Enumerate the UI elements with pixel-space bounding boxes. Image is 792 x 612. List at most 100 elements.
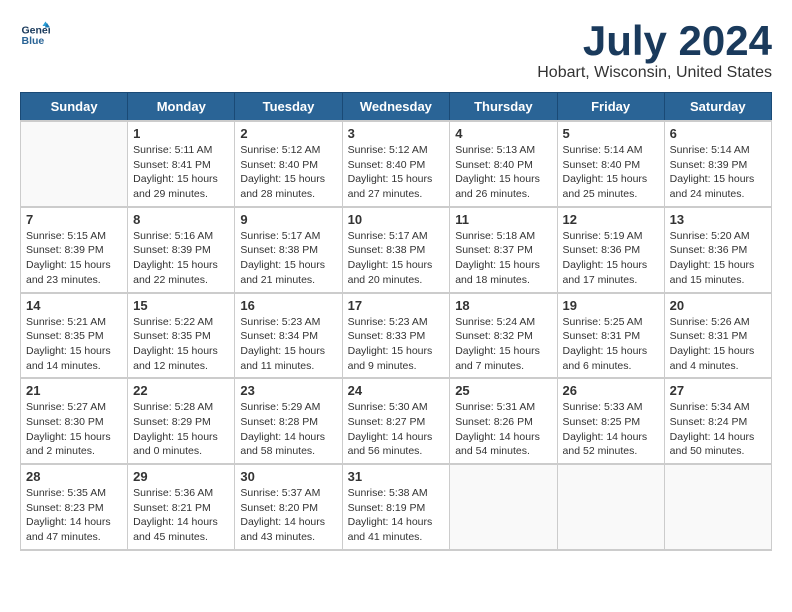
calendar-cell: 8 Sunrise: 5:16 AM Sunset: 8:39 PM Daylig… xyxy=(128,207,235,293)
day-number: 23 xyxy=(240,383,336,398)
day-number: 8 xyxy=(133,212,229,227)
calendar-cell: 22 Sunrise: 5:28 AM Sunset: 8:29 PM Dayli… xyxy=(128,378,235,464)
calendar-title: July 2024 xyxy=(537,20,772,62)
day-info: Sunrise: 5:34 AM Sunset: 8:24 PM Dayligh… xyxy=(670,400,766,459)
calendar-week-5: 28Sunrise: 5:35 AM Sunset: 8:23 PM Dayli… xyxy=(21,464,772,550)
calendar-cell: 10Sunrise: 5:17 AM Sunset: 8:38 PM Dayli… xyxy=(342,207,450,293)
day-number: 21 xyxy=(26,383,122,398)
calendar-cell: 20Sunrise: 5:26 AM Sunset: 8:31 PM Dayli… xyxy=(664,293,771,379)
calendar-cell: 28Sunrise: 5:35 AM Sunset: 8:23 PM Dayli… xyxy=(21,464,128,550)
calendar-cell xyxy=(450,464,557,550)
day-number: 4 xyxy=(455,126,551,141)
day-info: Sunrise: 5:19 AM Sunset: 8:36 PM Dayligh… xyxy=(563,229,659,288)
calendar-cell: 4 Sunrise: 5:13 AM Sunset: 8:40 PM Daylig… xyxy=(450,121,557,207)
day-number: 12 xyxy=(563,212,659,227)
day-number: 15 xyxy=(133,298,229,313)
title-area: July 2024 Hobart, Wisconsin, United Stat… xyxy=(537,20,772,82)
day-info: Sunrise: 5:15 AM Sunset: 8:39 PM Dayligh… xyxy=(26,229,122,288)
day-number: 13 xyxy=(670,212,766,227)
calendar-cell: 11Sunrise: 5:18 AM Sunset: 8:37 PM Dayli… xyxy=(450,207,557,293)
day-info: Sunrise: 5:16 AM Sunset: 8:39 PM Dayligh… xyxy=(133,229,229,288)
calendar-cell: 29 Sunrise: 5:36 AM Sunset: 8:21 PM Dayli… xyxy=(128,464,235,550)
day-number: 9 xyxy=(240,212,336,227)
day-number: 18 xyxy=(455,298,551,313)
day-info: Sunrise: 5:33 AM Sunset: 8:25 PM Dayligh… xyxy=(563,400,659,459)
day-number: 3 xyxy=(348,126,445,141)
calendar-cell: 15 Sunrise: 5:22 AM Sunset: 8:35 PM Dayli… xyxy=(128,293,235,379)
day-info: Sunrise: 5:11 AM Sunset: 8:41 PM Dayligh… xyxy=(133,143,229,202)
day-info: Sunrise: 5:22 AM Sunset: 8:35 PM Dayligh… xyxy=(133,315,229,374)
day-info: Sunrise: 5:23 AM Sunset: 8:33 PM Dayligh… xyxy=(348,315,445,374)
day-info: Sunrise: 5:20 AM Sunset: 8:36 PM Dayligh… xyxy=(670,229,766,288)
col-thursday: Thursday xyxy=(450,93,557,122)
header-row: Sunday Monday Tuesday Wednesday Thursday… xyxy=(21,93,772,122)
calendar-cell: 25 Sunrise: 5:31 AM Sunset: 8:26 PM Dayli… xyxy=(450,378,557,464)
calendar-cell: 12 Sunrise: 5:19 AM Sunset: 8:36 PM Dayli… xyxy=(557,207,664,293)
calendar-cell: 23 Sunrise: 5:29 AM Sunset: 8:28 PM Dayli… xyxy=(235,378,342,464)
svg-text:Blue: Blue xyxy=(22,35,45,47)
calendar-cell: 16 Sunrise: 5:23 AM Sunset: 8:34 PM Dayli… xyxy=(235,293,342,379)
day-info: Sunrise: 5:14 AM Sunset: 8:39 PM Dayligh… xyxy=(670,143,766,202)
calendar-week-4: 21 Sunrise: 5:27 AM Sunset: 8:30 PM Dayli… xyxy=(21,378,772,464)
calendar-week-2: 7 Sunrise: 5:15 AM Sunset: 8:39 PM Daylig… xyxy=(21,207,772,293)
calendar-cell: 5Sunrise: 5:14 AM Sunset: 8:40 PM Daylig… xyxy=(557,121,664,207)
calendar-cell: 9 Sunrise: 5:17 AM Sunset: 8:38 PM Daylig… xyxy=(235,207,342,293)
day-info: Sunrise: 5:25 AM Sunset: 8:31 PM Dayligh… xyxy=(563,315,659,374)
calendar-cell: 13 Sunrise: 5:20 AM Sunset: 8:36 PM Dayli… xyxy=(664,207,771,293)
logo: General Blue xyxy=(20,20,50,50)
day-info: Sunrise: 5:28 AM Sunset: 8:29 PM Dayligh… xyxy=(133,400,229,459)
day-number: 14 xyxy=(26,298,122,313)
col-friday: Friday xyxy=(557,93,664,122)
calendar-cell: 3Sunrise: 5:12 AM Sunset: 8:40 PM Daylig… xyxy=(342,121,450,207)
day-number: 1 xyxy=(133,126,229,141)
day-info: Sunrise: 5:37 AM Sunset: 8:20 PM Dayligh… xyxy=(240,486,336,545)
day-info: Sunrise: 5:38 AM Sunset: 8:19 PM Dayligh… xyxy=(348,486,445,545)
day-info: Sunrise: 5:21 AM Sunset: 8:35 PM Dayligh… xyxy=(26,315,122,374)
day-number: 26 xyxy=(563,383,659,398)
day-info: Sunrise: 5:17 AM Sunset: 8:38 PM Dayligh… xyxy=(348,229,445,288)
day-info: Sunrise: 5:17 AM Sunset: 8:38 PM Dayligh… xyxy=(240,229,336,288)
col-sunday: Sunday xyxy=(21,93,128,122)
calendar-cell: 27 Sunrise: 5:34 AM Sunset: 8:24 PM Dayli… xyxy=(664,378,771,464)
calendar-cell: 24Sunrise: 5:30 AM Sunset: 8:27 PM Dayli… xyxy=(342,378,450,464)
calendar-cell xyxy=(21,121,128,207)
day-number: 7 xyxy=(26,212,122,227)
calendar-cell: 14 Sunrise: 5:21 AM Sunset: 8:35 PM Dayli… xyxy=(21,293,128,379)
col-saturday: Saturday xyxy=(664,93,771,122)
day-info: Sunrise: 5:27 AM Sunset: 8:30 PM Dayligh… xyxy=(26,400,122,459)
calendar-cell: 31 Sunrise: 5:38 AM Sunset: 8:19 PM Dayli… xyxy=(342,464,450,550)
day-number: 2 xyxy=(240,126,336,141)
day-number: 16 xyxy=(240,298,336,313)
day-info: Sunrise: 5:13 AM Sunset: 8:40 PM Dayligh… xyxy=(455,143,551,202)
calendar-subtitle: Hobart, Wisconsin, United States xyxy=(537,64,772,82)
calendar-cell: 18Sunrise: 5:24 AM Sunset: 8:32 PM Dayli… xyxy=(450,293,557,379)
day-number: 17 xyxy=(348,298,445,313)
calendar-cell: 30Sunrise: 5:37 AM Sunset: 8:20 PM Dayli… xyxy=(235,464,342,550)
day-number: 22 xyxy=(133,383,229,398)
day-number: 29 xyxy=(133,469,229,484)
day-number: 25 xyxy=(455,383,551,398)
calendar-table: Sunday Monday Tuesday Wednesday Thursday… xyxy=(20,92,772,551)
logo-icon: General Blue xyxy=(20,20,50,50)
day-number: 11 xyxy=(455,212,551,227)
calendar-cell xyxy=(664,464,771,550)
calendar-cell: 26 Sunrise: 5:33 AM Sunset: 8:25 PM Dayli… xyxy=(557,378,664,464)
day-info: Sunrise: 5:31 AM Sunset: 8:26 PM Dayligh… xyxy=(455,400,551,459)
day-info: Sunrise: 5:36 AM Sunset: 8:21 PM Dayligh… xyxy=(133,486,229,545)
day-number: 31 xyxy=(348,469,445,484)
day-info: Sunrise: 5:23 AM Sunset: 8:34 PM Dayligh… xyxy=(240,315,336,374)
day-number: 24 xyxy=(348,383,445,398)
day-info: Sunrise: 5:29 AM Sunset: 8:28 PM Dayligh… xyxy=(240,400,336,459)
calendar-cell: 7 Sunrise: 5:15 AM Sunset: 8:39 PM Daylig… xyxy=(21,207,128,293)
col-tuesday: Tuesday xyxy=(235,93,342,122)
calendar-cell: 17 Sunrise: 5:23 AM Sunset: 8:33 PM Dayli… xyxy=(342,293,450,379)
col-wednesday: Wednesday xyxy=(342,93,450,122)
day-number: 6 xyxy=(670,126,766,141)
calendar-cell xyxy=(557,464,664,550)
col-monday: Monday xyxy=(128,93,235,122)
day-number: 20 xyxy=(670,298,766,313)
day-number: 27 xyxy=(670,383,766,398)
calendar-cell: 21 Sunrise: 5:27 AM Sunset: 8:30 PM Dayli… xyxy=(21,378,128,464)
page-header: General Blue July 2024 Hobart, Wisconsin… xyxy=(20,20,772,82)
calendar-cell: 1 Sunrise: 5:11 AM Sunset: 8:41 PM Daylig… xyxy=(128,121,235,207)
